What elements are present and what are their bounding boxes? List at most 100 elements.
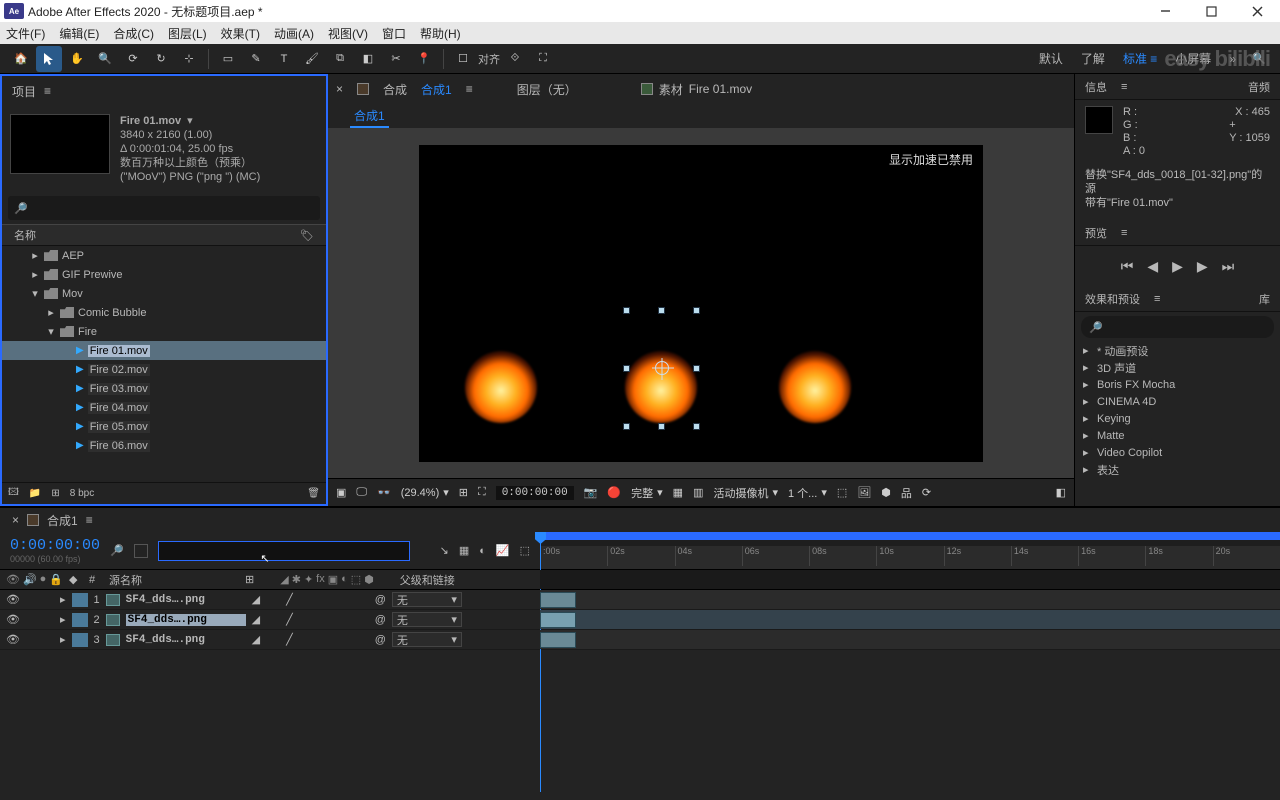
switch-icon[interactable]: ╱ — [286, 613, 293, 626]
handle-icon[interactable] — [693, 365, 700, 372]
ws-default[interactable]: 默认 — [1031, 50, 1071, 67]
col-name[interactable]: 名称 — [14, 227, 36, 243]
handle-icon[interactable] — [623, 423, 630, 430]
switch-icon[interactable]: ◢ — [252, 633, 260, 646]
rotate-tool-icon[interactable]: ↻ — [148, 46, 174, 72]
home-icon[interactable]: 🏠 — [8, 46, 34, 72]
snap-toggle-icon[interactable]: ☐ — [450, 46, 476, 72]
timeline-timecode[interactable]: 0:00:00:00 — [10, 537, 100, 554]
twist-icon[interactable]: ▸ — [1083, 446, 1091, 459]
eye-icon[interactable]: 👁 — [6, 613, 18, 626]
twist-icon[interactable]: ▾ — [46, 325, 56, 338]
sw-icon[interactable]: ◢ — [280, 573, 288, 586]
selection-tool-icon[interactable] — [36, 46, 62, 72]
viewer[interactable]: 显示加速已禁用 — [328, 128, 1074, 478]
effect-category[interactable]: ▸Video Copilot — [1075, 444, 1280, 461]
twist-icon[interactable]: ▸ — [1083, 361, 1091, 374]
menu-comp[interactable]: 合成(C) — [113, 25, 154, 42]
layer-row[interactable]: 👁▸3SF4_dds….png◢╱@无▾ — [0, 630, 1280, 650]
layer-clip[interactable] — [540, 632, 576, 648]
file-row[interactable]: ▶Fire 01.mov — [2, 341, 326, 360]
folder-row[interactable]: ▾Mov — [2, 284, 326, 303]
preview-tab[interactable]: 预览 — [1085, 225, 1107, 241]
twist-icon[interactable]: ▸ — [30, 249, 40, 262]
twist-icon[interactable]: ▸ — [46, 306, 56, 319]
parent-dropdown[interactable]: 无▾ — [392, 612, 462, 627]
twist-icon[interactable]: ▸ — [60, 613, 66, 626]
file-row[interactable]: ▶Fire 04.mov — [2, 398, 326, 417]
parent-dropdown[interactable]: 无▾ — [392, 632, 462, 647]
project-tree[interactable]: ▸AEP▸GIF Prewive▾Mov▸Comic Bubble▾Fire▶F… — [2, 246, 326, 482]
library-tab[interactable]: 库 — [1259, 291, 1270, 307]
solo-col-icon[interactable]: ● — [40, 573, 47, 586]
roto-tool-icon[interactable]: ✂ — [383, 46, 409, 72]
pickwhip-icon[interactable]: @ — [375, 594, 386, 606]
pickwhip-icon[interactable]: @ — [375, 634, 386, 646]
effect-category[interactable]: ▸Keying — [1075, 410, 1280, 427]
src-name-col[interactable]: 源名称 — [109, 572, 239, 588]
menu-window[interactable]: 窗口 — [382, 25, 406, 42]
menu-animation[interactable]: 动画(A) — [274, 25, 314, 42]
first-frame-icon[interactable]: ⏮ — [1121, 258, 1134, 275]
hand-tool-icon[interactable]: ✋ — [64, 46, 90, 72]
eye-col-icon[interactable]: 👁 — [6, 573, 20, 586]
eye-icon[interactable]: 👁 — [6, 633, 18, 646]
vb-icon[interactable]: 🖼 — [857, 486, 871, 499]
new-folder-icon[interactable]: 📁 — [29, 488, 41, 499]
handle-icon[interactable] — [623, 307, 630, 314]
color-label[interactable] — [72, 593, 88, 607]
exposure-icon[interactable]: ◧ — [1056, 486, 1066, 499]
shy-icon[interactable]: ↘ — [440, 544, 449, 557]
interpret-icon[interactable]: 🖾 — [8, 485, 19, 502]
eraser-tool-icon[interactable]: ◧ — [355, 46, 381, 72]
twist-icon[interactable]: ▸ — [1083, 429, 1091, 442]
comp-subtab[interactable]: 合成1 — [350, 105, 389, 128]
twist-icon[interactable]: ▸ — [60, 633, 66, 646]
anchor-tool-icon[interactable]: ⊹ — [176, 46, 202, 72]
new-comp-icon[interactable]: ⊞ — [51, 488, 59, 499]
twist-icon[interactable]: ▸ — [1083, 344, 1091, 357]
dropdown-icon[interactable]: ▾ — [187, 114, 193, 128]
roi-icon[interactable]: ⛶ — [478, 486, 486, 499]
puppet-tool-icon[interactable]: 📍 — [411, 46, 437, 72]
pen-tool-icon[interactable]: ✎ — [243, 46, 269, 72]
project-search-input[interactable]: 🔎 — [8, 196, 320, 220]
snap-opt1-icon[interactable]: ⟐ — [502, 46, 528, 72]
folder-row[interactable]: ▾Fire — [2, 322, 326, 341]
effects-tab[interactable]: 效果和预设 — [1085, 291, 1140, 307]
layer-name[interactable]: SF4_dds….png — [126, 634, 246, 646]
last-frame-icon[interactable]: ⏭ — [1222, 258, 1235, 275]
guide-icon[interactable]: ▥ — [693, 486, 703, 499]
info-tab[interactable]: 信息 — [1085, 79, 1107, 95]
pickwhip-icon[interactable]: @ — [375, 614, 386, 626]
camera-dropdown[interactable]: 活动摄像机 ▾ — [713, 485, 778, 501]
graph-icon[interactable]: 📈 — [496, 544, 510, 557]
panel-menu-icon[interactable]: ≡ — [1121, 227, 1127, 239]
effect-category[interactable]: ▸CINEMA 4D — [1075, 393, 1280, 410]
draft3d-icon[interactable]: ⬚ — [520, 544, 530, 557]
close-tab-icon[interactable]: × — [12, 513, 19, 527]
effect-category[interactable]: ▸* 动画预设 — [1075, 342, 1280, 359]
anchor-icon[interactable] — [655, 361, 669, 375]
play-icon[interactable]: ▶ — [1172, 258, 1183, 275]
eye-icon[interactable]: 👁 — [6, 593, 18, 606]
ws-learn[interactable]: 了解 — [1073, 50, 1113, 67]
handle-icon[interactable] — [623, 365, 630, 372]
layer-row[interactable]: 👁▸1SF4_dds….png◢╱@无▾ — [0, 590, 1280, 610]
effect-category[interactable]: ▸表达 — [1075, 461, 1280, 478]
close-button[interactable] — [1234, 0, 1280, 22]
tag-icon[interactable]: 🏷 — [300, 229, 314, 242]
handle-icon[interactable] — [693, 307, 700, 314]
footage-tab[interactable]: 素材 Fire 01.mov — [641, 81, 752, 98]
res-icon[interactable]: ⊞ — [459, 486, 468, 499]
twist-icon[interactable]: ▸ — [1083, 395, 1091, 408]
views-dropdown[interactable]: 1 个... ▾ — [788, 485, 827, 501]
grid-icon[interactable]: ▦ — [673, 486, 683, 499]
handle-icon[interactable] — [693, 423, 700, 430]
label-col[interactable]: ◆ — [69, 573, 83, 586]
filter-icon[interactable] — [134, 544, 148, 558]
speaker-col-icon[interactable]: 🔊 — [23, 573, 37, 586]
twist-icon[interactable]: ▾ — [30, 287, 40, 300]
menu-effect[interactable]: 效果(T) — [221, 25, 260, 42]
quality-dropdown[interactable]: 完整 ▾ — [631, 485, 663, 501]
